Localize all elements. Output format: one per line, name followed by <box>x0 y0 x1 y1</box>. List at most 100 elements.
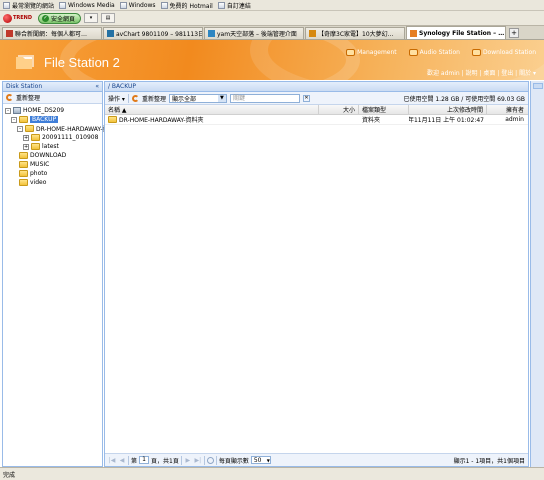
filter-select[interactable]: 顯示全部 ▼ <box>168 93 227 103</box>
grid-body: DR-HOME-HARDAWAY-資料夾 資料夾 2009年11月11日 上午 01… <box>105 115 528 125</box>
app-shortcut-icon <box>346 49 356 56</box>
collapsed-side-panel[interactable] <box>530 81 544 467</box>
refresh-icon[interactable] <box>206 456 214 464</box>
tree-node[interactable]: +20091111_010908 <box>5 133 100 142</box>
search-input[interactable]: 關鍵 <box>229 93 300 103</box>
paging-info: 顯示1 - 1項目，共1個項目 <box>453 457 525 465</box>
collapse-icon[interactable]: « <box>95 83 99 90</box>
tree-node[interactable]: DOWNLOAD <box>5 151 100 160</box>
tab-favicon-icon <box>107 30 114 37</box>
checkmark-icon: ✓ <box>42 14 49 22</box>
folder-icon <box>19 179 28 186</box>
page-total: 頁，共1頁 <box>151 457 179 465</box>
browser-toolbar: TREND ✓ 安全網頁 ▾ ▤ <box>0 11 544 26</box>
page-icon <box>59 1 67 9</box>
current-path: / BACKUP <box>108 83 137 90</box>
clear-search-icon[interactable]: ✕ <box>302 94 310 102</box>
file-list-panel: / BACKUP 操作 ▾ 重新整理 顯示全部 ▼ 關鍵 ✕ 已使用空間 1.2… <box>104 81 529 467</box>
browser-status-bar: 完成 <box>0 467 544 480</box>
toolbar-dropdown-icon[interactable]: ▾ <box>84 13 99 23</box>
tree-node[interactable]: + latest <box>5 142 100 151</box>
collapse-node-icon[interactable]: - <box>11 116 17 123</box>
favorites-bar: 最常瀏覽的網站 Windows Media Windows 免費的 Hotmail 自訂… <box>0 0 544 11</box>
refresh-button[interactable]: 重新整理 <box>16 93 40 102</box>
refresh-icon <box>131 94 139 102</box>
next-page-icon[interactable]: ▶ <box>184 457 192 464</box>
tab-favicon-icon <box>309 30 316 37</box>
per-page-select[interactable]: 50 ▼ <box>250 456 271 464</box>
tab-favicon-icon <box>208 30 215 37</box>
page-icon <box>3 1 10 9</box>
column-header[interactable]: 大小 <box>319 105 359 114</box>
favorite-link[interactable]: 免費的 Hotmail <box>160 1 213 10</box>
tree-node[interactable]: video <box>5 178 100 187</box>
browser-tab[interactable]: 【奇摩3C家電】10大夢幻… <box>305 27 405 39</box>
browser-tab[interactable]: 聯合新聞網：每個人都可… <box>2 27 102 39</box>
tree-node[interactable]: photo <box>5 169 100 178</box>
tree-node[interactable]: MUSIC <box>5 160 100 169</box>
table-row[interactable]: DR-HOME-HARDAWAY-資料夾 資料夾 2009年11月11日 上午 01… <box>105 115 528 125</box>
folder-icon <box>19 116 28 123</box>
new-tab-button[interactable]: + <box>509 28 519 38</box>
chevron-down-icon: ▼ <box>266 457 270 463</box>
safe-page-button[interactable]: ✓ 安全網頁 <box>38 12 82 24</box>
column-header[interactable]: 擁有者 <box>487 105 527 114</box>
last-page-icon[interactable]: ▶| <box>194 457 202 464</box>
grid-header: 名稱 ▲ 大小 檔案類型 上次修改時間 擁有者 <box>105 105 528 115</box>
user-menu[interactable]: 歡迎 admin | 說明 | 桌面 | 登出 | 關於 ▾ <box>427 68 536 77</box>
expand-icon[interactable]: + <box>23 143 29 150</box>
page-icon <box>217 1 225 9</box>
refresh-button[interactable]: 重新整理 <box>142 94 166 103</box>
file-station-logo-icon <box>16 55 34 69</box>
first-page-icon[interactable]: |◀ <box>108 457 116 464</box>
disk-station-panel: Disk Station « 重新整理 - HOME_DS209- BACKUP - D… <box>2 81 109 467</box>
collapse-node-icon[interactable]: - <box>17 125 23 132</box>
tree-node[interactable]: - HOME_DS209 <box>5 106 100 115</box>
tree-node[interactable]: - DR-HOME-HARDAWAY-資 <box>5 124 109 133</box>
favorite-link[interactable]: Windows Media <box>59 1 115 9</box>
page-icon <box>160 1 168 9</box>
action-menu-button[interactable]: 操作 ▾ <box>108 94 125 103</box>
trend-ball-icon <box>3 13 12 23</box>
tab-favicon-icon <box>410 29 417 37</box>
column-header[interactable]: 上次修改時間 <box>409 105 487 114</box>
browser-tab-bar: 聯合新聞網：每個人都可… avChart 9801109 – 981113日… ya… <box>0 26 544 40</box>
trend-micro-logo[interactable]: TREND <box>3 13 35 24</box>
header-links: Management Audio Station Download Station <box>346 49 536 56</box>
folder-tree: - HOME_DS209- BACKUP - DR-HOME-HARDAWAY-資 +20… <box>3 104 109 189</box>
server-icon <box>13 107 21 114</box>
header-link[interactable]: Download Station <box>471 49 536 56</box>
per-page-label: 每頁顯示數 <box>218 457 249 465</box>
file-toolbar: 操作 ▾ 重新整理 顯示全部 ▼ 關鍵 ✕ 已使用空間 1.28 GB / 可使… <box>105 92 528 105</box>
header-link[interactable]: Audio Station <box>408 49 460 56</box>
expand-panel-icon[interactable] <box>532 83 543 89</box>
prev-page-icon[interactable]: ◀ <box>118 457 126 464</box>
toolbar-separator <box>127 93 129 103</box>
page-number-input[interactable]: 1 <box>139 456 150 464</box>
page-info-icon[interactable]: ▤ <box>101 13 116 23</box>
header-link[interactable]: Management <box>346 49 397 56</box>
column-header[interactable]: 檔案類型 <box>359 105 409 114</box>
favorite-link[interactable]: 最常瀏覽的網站 <box>3 1 54 10</box>
folder-icon <box>19 161 28 168</box>
panel-title: Disk Station <box>6 83 43 90</box>
file-type: 資料夾 <box>362 117 381 124</box>
app-shortcut-icon <box>408 49 418 56</box>
browser-tab[interactable]: avChart 9801109 – 981113日… <box>103 27 203 39</box>
column-header[interactable]: 名稱 ▲ <box>105 105 319 114</box>
toolbar-separator <box>128 455 129 465</box>
favorite-link[interactable]: Windows <box>119 1 156 9</box>
favorite-link[interactable]: 自訂連結 <box>217 1 251 10</box>
app-shortcut-icon <box>471 49 481 56</box>
toolbar-separator <box>215 455 217 465</box>
browser-tab[interactable]: yam天空部落 – 後端管理介面 <box>204 27 304 39</box>
status-text: 完成 <box>3 471 16 479</box>
collapse-node-icon[interactable]: - <box>5 107 11 114</box>
tree-toolbar: 重新整理 <box>3 92 102 104</box>
folder-icon <box>25 125 34 132</box>
file-modified: 2009年11月11日 上午 01:02:47 <box>409 117 484 124</box>
expand-icon[interactable]: + <box>23 134 29 141</box>
tree-node[interactable]: - BACKUP <box>5 115 100 124</box>
browser-tab[interactable]: Synology File Station – …× <box>406 26 506 39</box>
folder-icon <box>31 134 40 141</box>
